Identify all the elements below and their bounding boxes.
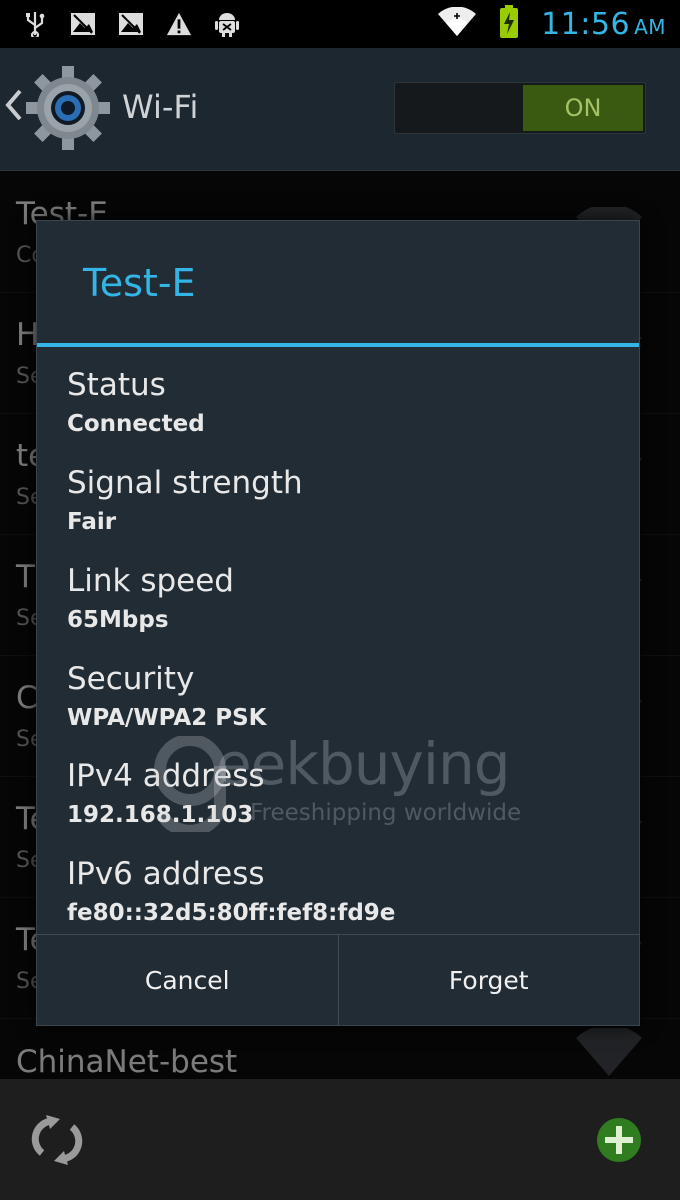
dialog-title: Test-E: [83, 261, 196, 305]
usb-icon: [22, 11, 48, 37]
warning-icon: [166, 11, 192, 37]
page-title: Wi-Fi: [122, 88, 199, 126]
forget-button[interactable]: Forget: [337, 935, 640, 1025]
back-chevron-icon[interactable]: [4, 88, 24, 126]
dialog-title-divider: [37, 343, 639, 347]
field-ipv4-address: IPv4 address 192.168.1.103: [67, 758, 627, 828]
field-value: 65Mbps: [67, 607, 169, 633]
field-value: 192.168.1.103: [67, 802, 254, 828]
field-status: Status Connected: [67, 367, 627, 437]
field-label: IPv4 address: [67, 758, 265, 794]
field-label: Link speed: [67, 563, 234, 599]
android-debug-icon: [214, 11, 240, 37]
wifi-toggle[interactable]: ON: [394, 82, 646, 134]
field-signal-strength: Signal strength Fair: [67, 465, 627, 535]
wifi-signal-icon: [437, 6, 477, 41]
add-network-icon[interactable]: [596, 1117, 642, 1167]
field-value: fe80::32d5:80ff:fef8:fd9e: [67, 900, 396, 926]
action-bar: Wi-Fi ON: [0, 48, 680, 171]
battery-charging-icon: [499, 5, 519, 43]
image-icon: [70, 11, 96, 37]
toggle-on-label: ON: [523, 85, 643, 131]
network-details-dialog: Test-E Status Connected Signal strength …: [36, 220, 640, 1026]
image-icon: [118, 11, 144, 37]
cancel-button[interactable]: Cancel: [37, 935, 338, 1025]
field-value: Fair: [67, 509, 117, 535]
field-link-speed: Link speed 65Mbps: [67, 563, 627, 633]
field-label: Security: [67, 661, 195, 697]
bottom-action-bar: [0, 1079, 680, 1200]
field-value: WPA/WPA2 PSK: [67, 705, 267, 731]
field-value: Connected: [67, 411, 205, 437]
field-label: Status: [67, 367, 166, 403]
dialog-button-bar: Cancel Forget: [37, 934, 639, 1025]
field-label: Signal strength: [67, 465, 303, 501]
clock: 11:56 AM: [541, 7, 666, 42]
settings-gear-icon[interactable]: [24, 64, 112, 156]
status-bar: 11:56 AM: [0, 0, 680, 48]
clock-ampm: AM: [634, 14, 666, 39]
scan-refresh-icon[interactable]: [30, 1113, 84, 1171]
field-label: IPv6 address: [67, 856, 265, 892]
field-ipv6-address: IPv6 address fe80::32d5:80ff:fef8:fd9e: [67, 856, 627, 926]
field-security: Security WPA/WPA2 PSK: [67, 661, 627, 731]
clock-time: 11:56: [541, 6, 631, 42]
